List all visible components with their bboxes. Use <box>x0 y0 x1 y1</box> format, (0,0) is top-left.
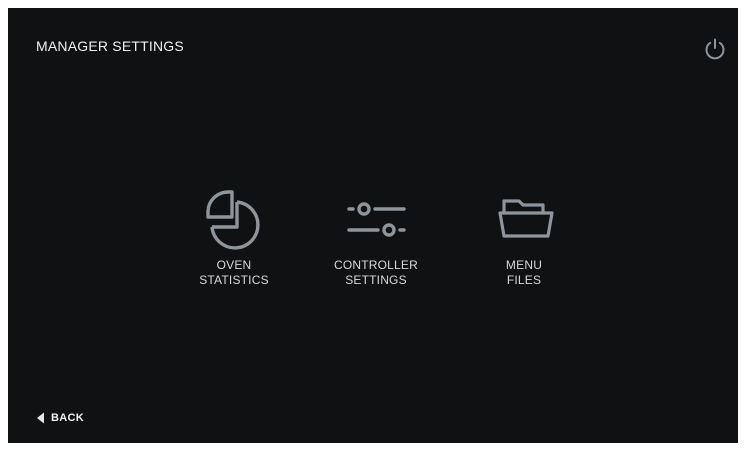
tile-label-line: FILES <box>506 273 542 287</box>
page-title: MANAGER SETTINGS <box>36 38 184 54</box>
tile-label-line: MENU <box>505 258 543 272</box>
controller-settings-label: CONTROLLER SETTINGS <box>316 258 436 288</box>
sliders-icon <box>347 202 406 237</box>
pie-chart-icon <box>206 190 260 250</box>
tile-label-line: STATISTICS <box>199 273 269 287</box>
controller-settings-button[interactable]: CONTROLLER SETTINGS <box>316 188 436 308</box>
tile-label-line: OVEN <box>216 258 252 272</box>
folder-open-icon <box>498 199 554 238</box>
back-button[interactable]: BACK <box>36 410 84 426</box>
oven-statistics-button[interactable]: OVEN STATISTICS <box>174 188 294 308</box>
tile-label-line: SETTINGS <box>345 273 407 287</box>
oven-statistics-label: OVEN STATISTICS <box>174 258 294 288</box>
power-button[interactable] <box>702 36 728 62</box>
manager-settings-screen: MANAGER SETTINGS OVEN STATISTICS CONTROL… <box>8 8 738 443</box>
back-label: BACK <box>51 412 84 424</box>
triangle-left-icon <box>37 412 44 424</box>
menu-files-label: MENU FILES <box>464 258 584 288</box>
menu-files-button[interactable]: MENU FILES <box>464 188 584 308</box>
tile-label-line: CONTROLLER <box>333 258 418 272</box>
power-icon <box>705 38 725 60</box>
